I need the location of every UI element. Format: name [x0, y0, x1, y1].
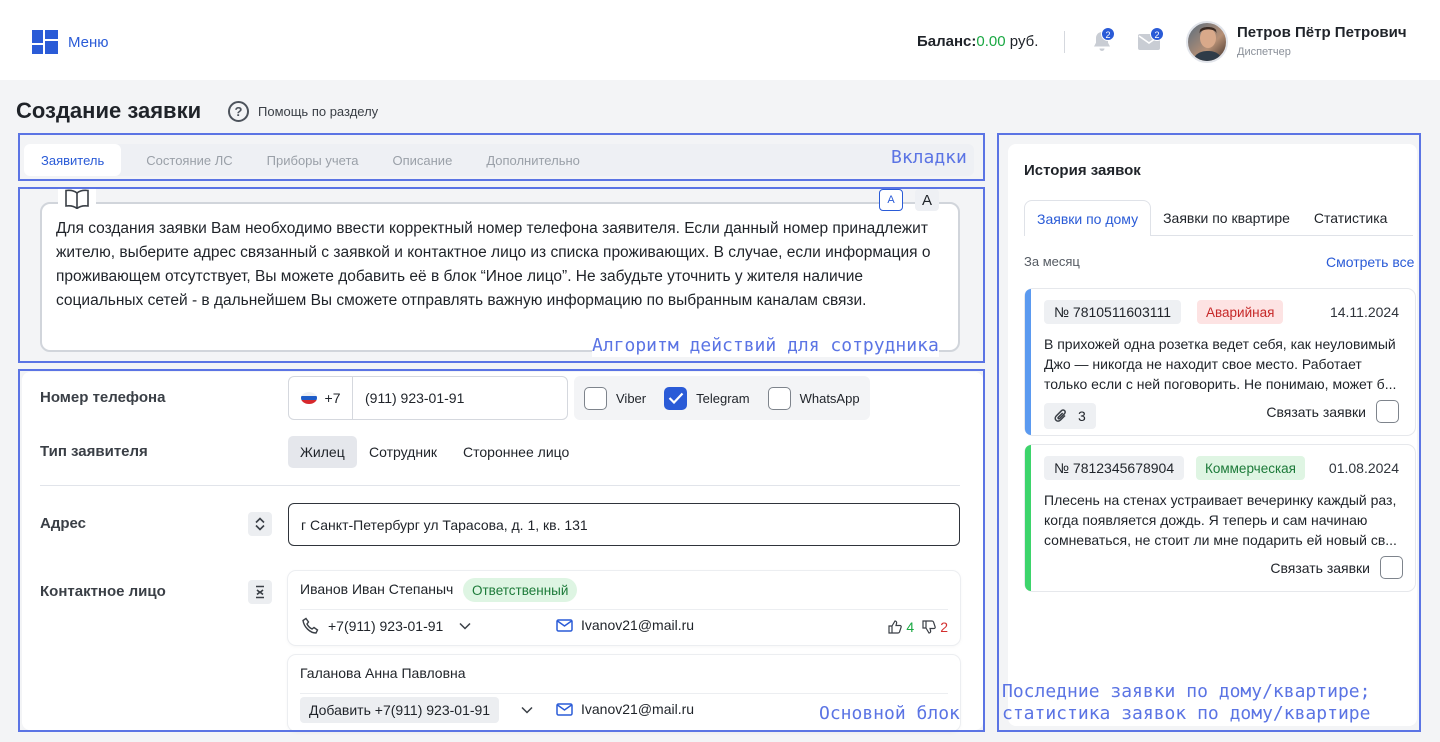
top-bar: Меню Баланс:0.00 руб. 2 2 Петров Пётр Пе…	[0, 0, 1440, 80]
balance: Баланс:0.00 руб.	[917, 33, 1038, 50]
user-name[interactable]: Петров Пётр Петрович	[1237, 24, 1407, 41]
algorithm-annotation-label: Алгоритм действий для сотрудника	[592, 335, 939, 357]
menu-grid-icon	[32, 30, 58, 54]
messages-badge: 2	[1150, 27, 1164, 41]
user-photo-icon	[1192, 27, 1223, 61]
menu-label: Меню	[68, 33, 109, 51]
header-divider	[1064, 31, 1065, 53]
main-annotation-frame	[18, 369, 985, 732]
avatar[interactable]	[1186, 21, 1228, 63]
messages-button[interactable]: 2	[1138, 27, 1164, 56]
history-annotation-label-1: Последние заявки по дому/квартире;	[1002, 681, 1371, 702]
help-icon: ?	[228, 101, 249, 122]
main-annotation-label: Основной блок	[819, 703, 960, 724]
balance-value: 0.00	[976, 33, 1006, 50]
page-title: Создание заявки	[16, 98, 202, 123]
tabs-annotation-frame	[18, 133, 985, 181]
notifications-badge: 2	[1101, 27, 1115, 41]
balance-currency: руб.	[1009, 33, 1039, 50]
history-annotation-frame	[997, 133, 1421, 732]
history-annotation-label-2: статистика заявок по дому/квартире	[1002, 703, 1371, 724]
tabs-annotation-label: Вкладки	[891, 147, 967, 168]
user-role: Диспетчер	[1237, 46, 1291, 58]
notifications-button[interactable]: 2	[1092, 27, 1115, 58]
balance-label: Баланс:	[917, 33, 977, 50]
help-label: Помощь по разделу	[258, 104, 379, 119]
menu-button[interactable]: Меню	[32, 30, 109, 54]
help-link[interactable]: ? Помощь по разделу	[228, 101, 378, 122]
